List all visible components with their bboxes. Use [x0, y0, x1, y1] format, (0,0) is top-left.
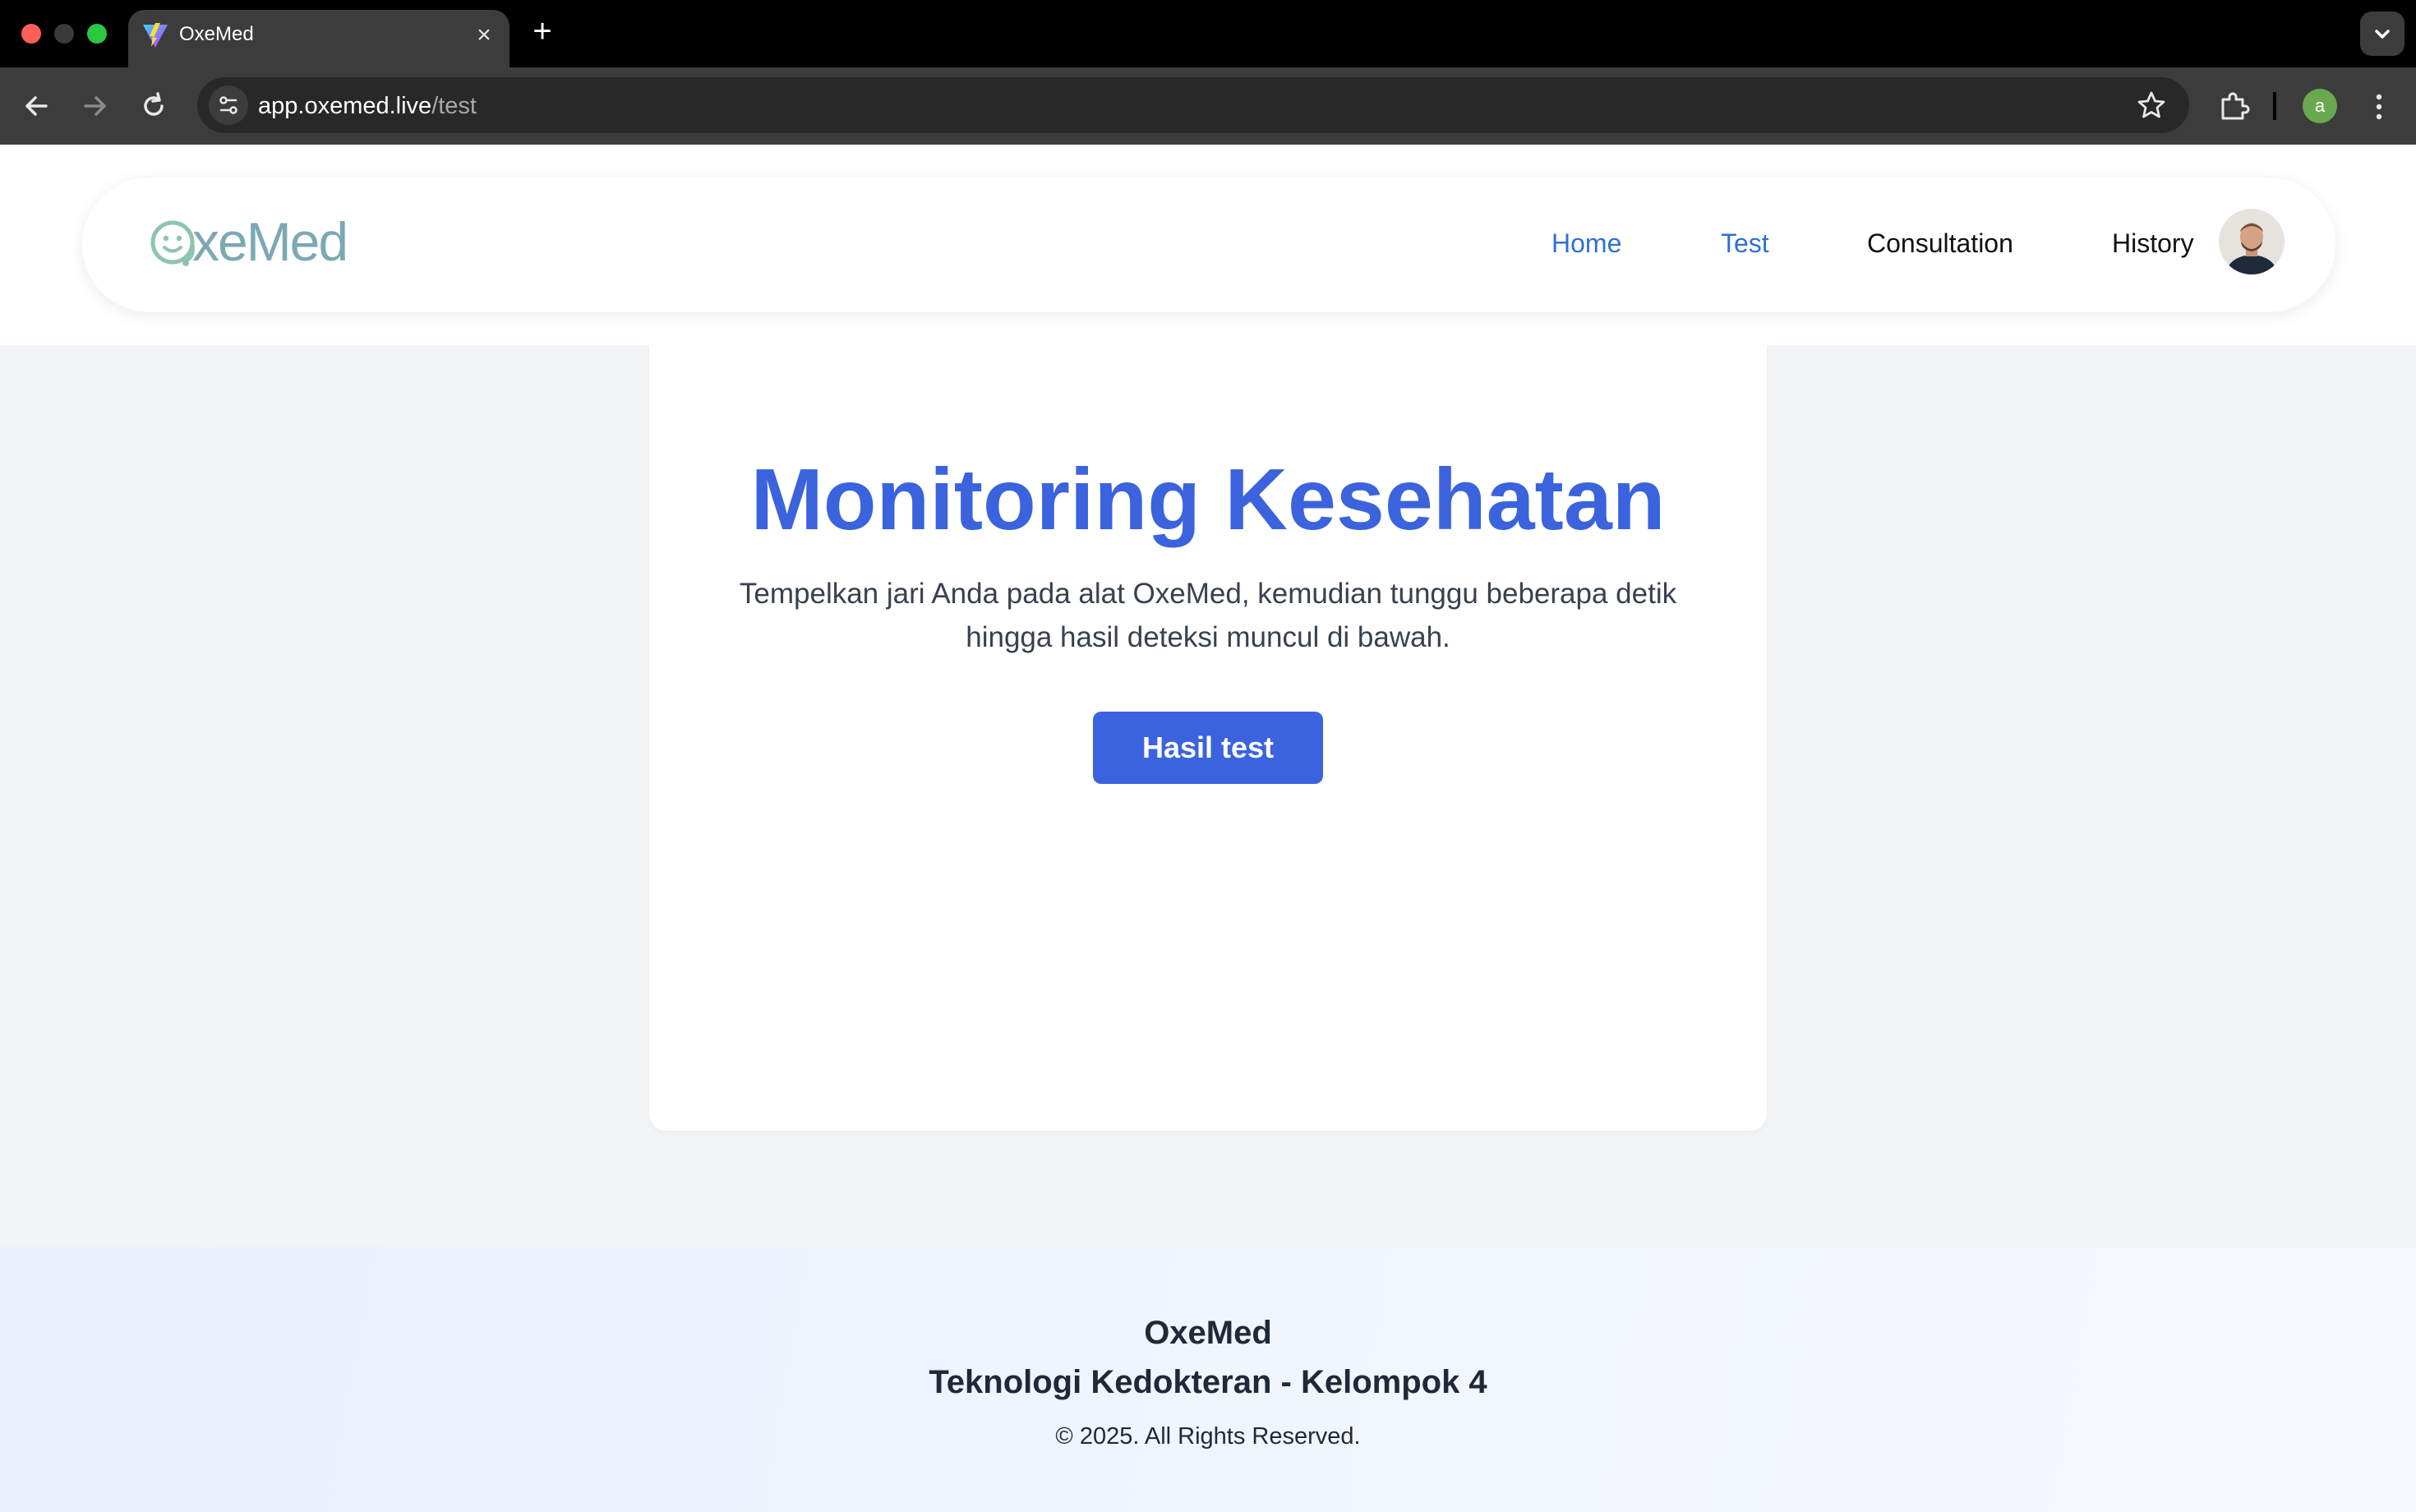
browser-tab-bar: OxeMed × + — [0, 0, 2416, 67]
url-text: app.oxemed.live/test — [258, 93, 477, 120]
nav-consultation[interactable]: Consultation — [1867, 228, 2013, 259]
browser-tab[interactable]: OxeMed × — [128, 10, 509, 67]
profile-avatar[interactable]: a — [2303, 89, 2337, 123]
page-footer: OxeMed Teknologi Kedokteran - Kelompok 4… — [0, 1247, 2416, 1512]
monitoring-card: Monitoring Kesehatan Tempelkan jari Anda… — [649, 345, 1767, 1131]
url-path: /test — [431, 93, 477, 119]
site-navbar: xeMed Home Test Consultation History — [82, 177, 2335, 312]
close-icon[interactable]: × — [470, 21, 498, 49]
browser-toolbar: app.oxemed.live/test a — [0, 67, 2416, 145]
forward-icon[interactable] — [74, 85, 115, 127]
user-avatar[interactable] — [2219, 209, 2285, 274]
footer-subtitle: Teknologi Kedokteran - Kelompok 4 — [929, 1364, 1487, 1400]
address-bar[interactable]: app.oxemed.live/test — [197, 77, 2189, 133]
new-tab-icon[interactable]: + — [526, 15, 559, 48]
minimize-window-button[interactable] — [54, 24, 74, 44]
tab-title: OxeMed — [179, 23, 254, 45]
footer-copyright: © 2025. All Rights Reserved. — [1055, 1423, 1361, 1450]
url-host: app.oxemed.live — [258, 93, 432, 119]
tab-search-button[interactable] — [2360, 12, 2404, 56]
reload-icon[interactable] — [133, 85, 174, 127]
page-title: Monitoring Kesehatan — [750, 451, 1666, 548]
site-info-icon[interactable] — [209, 85, 248, 125]
instruction-text: Tempelkan jari Anda pada alat OxeMed, ke… — [715, 572, 1701, 659]
hasil-test-button[interactable]: Hasil test — [1093, 712, 1323, 784]
nav-home[interactable]: Home — [1551, 228, 1621, 259]
star-icon[interactable] — [2135, 89, 2168, 122]
toolbar-divider — [2273, 92, 2276, 120]
nav-test[interactable]: Test — [1721, 228, 1769, 259]
maximize-window-button[interactable] — [87, 24, 107, 44]
close-window-button[interactable] — [21, 24, 41, 44]
more-menu-icon[interactable] — [2367, 89, 2391, 125]
footer-brand: OxeMed — [1144, 1315, 1272, 1351]
oxemed-logo[interactable]: xeMed — [145, 207, 391, 278]
back-icon[interactable] — [16, 85, 58, 127]
nav-history[interactable]: History — [2112, 228, 2194, 259]
instruction-line-2: hingga hasil deteksi muncul di bawah. — [966, 621, 1450, 653]
logo-wordmark: xeMed — [192, 211, 347, 272]
extensions-icon[interactable] — [2215, 87, 2253, 125]
chevron-down-icon — [2375, 30, 2390, 39]
instruction-line-1: Tempelkan jari Anda pada alat OxeMed, ke… — [739, 578, 1677, 610]
vite-favicon-icon — [143, 23, 168, 48]
